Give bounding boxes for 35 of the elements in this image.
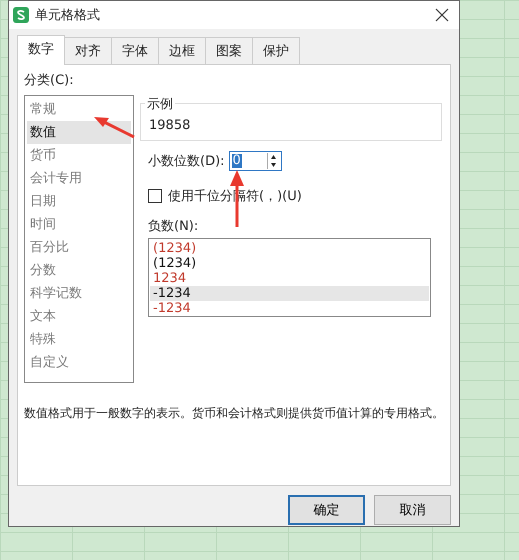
negative-numbers-label: 负数(N): [148, 218, 200, 235]
description-text: 数值格式用于一般数字的表示。货币和会计格式则提供货币值计算的专用格式。 [24, 405, 444, 422]
category-list[interactable]: 常规 数值 货币 会计专用 日期 时间 百分比 分数 科学记数 文本 特殊 自定义 [24, 95, 134, 383]
sample-value: 19858 [149, 118, 190, 132]
category-item[interactable]: 会计专用 [27, 167, 131, 190]
category-item[interactable]: 特殊 [27, 328, 131, 351]
checkbox[interactable] [148, 189, 162, 203]
category-item[interactable]: 文本 [27, 305, 131, 328]
category-item[interactable]: 日期 [27, 190, 131, 213]
negative-number-option[interactable]: (1234) [150, 256, 429, 271]
ok-button[interactable]: 确定 [288, 495, 365, 525]
negative-number-option[interactable]: -1234 [150, 286, 429, 301]
negative-number-option[interactable]: -1234 [150, 301, 429, 316]
category-label: 分类(C): [24, 72, 75, 89]
arrow-annotation [92, 115, 136, 139]
category-item[interactable]: 分数 [27, 259, 131, 282]
app-icon [13, 7, 29, 23]
negative-numbers-list[interactable]: (1234) (1234) 1234 -1234 -1234 [148, 238, 431, 317]
category-item[interactable]: 时间 [27, 213, 131, 236]
category-item[interactable]: 数值 [27, 121, 131, 144]
sample-title: 示例 [145, 95, 175, 113]
window-title: 单元格格式 [35, 7, 101, 24]
decimal-places-field[interactable]: 0 [228, 151, 282, 171]
negative-number-option[interactable]: (1234) [150, 241, 429, 256]
tab[interactable]: 数字 [17, 35, 65, 65]
decimal-places-label: 小数位数(D): [148, 153, 225, 170]
category-item[interactable]: 货币 [27, 144, 131, 167]
tab[interactable]: 保护 [252, 37, 300, 65]
category-item[interactable]: 科学记数 [27, 282, 131, 305]
category-item[interactable]: 自定义 [27, 351, 131, 374]
category-item[interactable]: 百分比 [27, 236, 131, 259]
negative-number-option[interactable]: 1234 [150, 271, 429, 286]
cancel-button[interactable]: 取消 [374, 495, 451, 525]
close-icon[interactable] [435, 8, 449, 22]
category-item[interactable]: 常规 [27, 98, 131, 121]
